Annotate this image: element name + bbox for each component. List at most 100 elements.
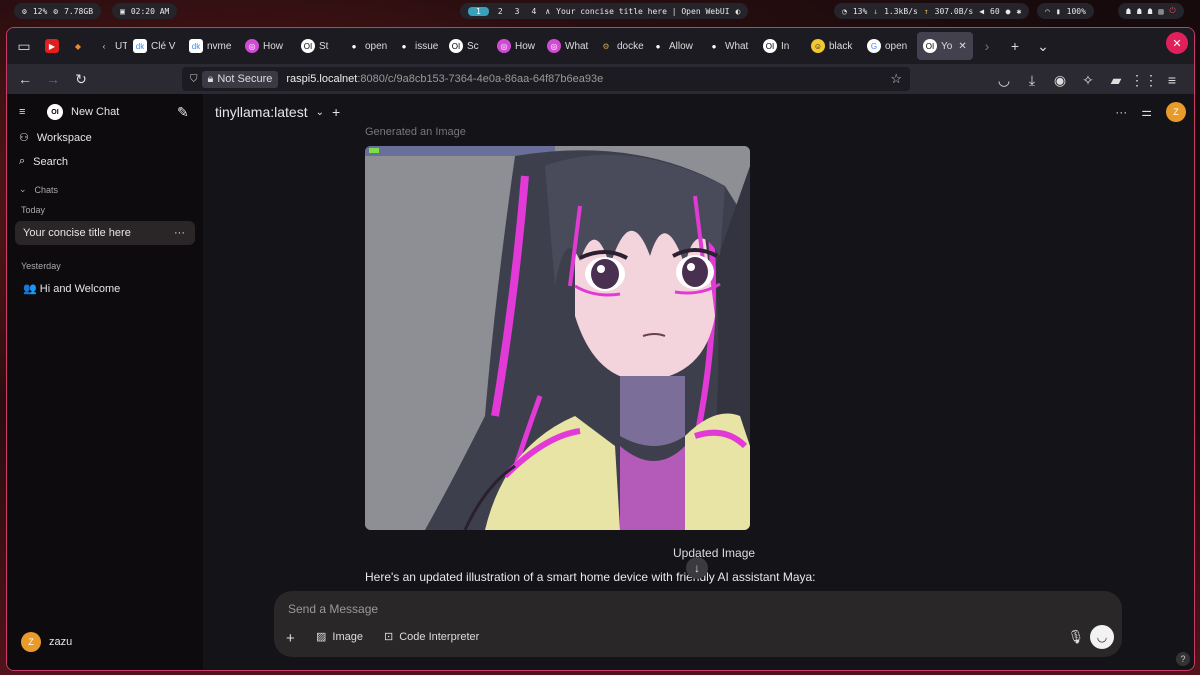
tab-label: open — [365, 40, 388, 52]
tab-11[interactable]: ● Allow — [645, 32, 701, 60]
volume-icon[interactable]: ◀ — [979, 7, 984, 16]
more-icon[interactable]: ··· — [1115, 105, 1127, 119]
tab-14[interactable]: ☺ black — [805, 32, 861, 60]
add-model-icon[interactable]: + — [332, 104, 340, 120]
sidebar-item-search[interactable]: ⌕ Search — [19, 155, 68, 168]
circle-icon: ◎ — [245, 39, 259, 53]
tab-bar: ▭ ▶ ◆ ‹UT dkClé V dknvme ◎How OISt ●open… — [7, 28, 1194, 64]
extensions-icon[interactable]: ✧ — [1074, 66, 1102, 94]
image-button[interactable]: ▨ Image — [316, 630, 363, 644]
chevron-down-icon: ⌄ — [315, 106, 324, 118]
close-tab-icon[interactable]: ✕ — [958, 41, 966, 52]
tab-8[interactable]: ◎ How — [491, 32, 541, 60]
tab-4[interactable]: OI St — [295, 32, 341, 60]
security-badge[interactable]: 🔒︎ Not Secure — [201, 70, 279, 88]
openwebui-icon: OI — [449, 39, 463, 53]
new-chat-button[interactable]: OI New Chat — [47, 104, 119, 120]
shield-icon[interactable]: ⛉ — [190, 74, 198, 85]
tab-active[interactable]: OI Yo ✕ — [917, 32, 973, 60]
github-icon: ● — [401, 41, 407, 51]
controls-icon[interactable]: ⚌ — [1141, 105, 1152, 119]
tab-youtube[interactable]: ▶ — [39, 32, 65, 60]
help-icon[interactable]: ? — [1176, 652, 1190, 666]
wifi-icon[interactable]: ◠ — [1045, 7, 1050, 16]
sidebar-toggle-icon[interactable]: ≡ — [19, 106, 25, 118]
voice-mode-icon[interactable]: ◡ — [1090, 625, 1114, 649]
upload-icon: ↑ — [923, 6, 929, 16]
dk-icon: dk — [189, 39, 203, 53]
dk-icon: dk — [133, 39, 147, 53]
avatar[interactable]: Z — [1166, 102, 1186, 122]
openwebui-icon: ◐ — [735, 6, 741, 16]
tab-label: How — [263, 40, 284, 52]
apps-grid-icon[interactable]: ⋮⋮ — [1130, 66, 1158, 94]
tab-3[interactable]: ◎ How — [239, 32, 295, 60]
tab-13[interactable]: OI In — [757, 32, 805, 60]
tab-overview-icon[interactable]: ▭ — [9, 32, 39, 60]
tab-9[interactable]: ◎ What — [541, 32, 593, 60]
tray-icon-3[interactable]: ☗ — [1148, 7, 1153, 16]
tray-icon-2[interactable]: ☗ — [1137, 7, 1142, 16]
close-window-icon[interactable]: ✕ — [1166, 32, 1188, 54]
tab-15[interactable]: Gopen — [861, 32, 917, 60]
reload-icon[interactable]: ↻ — [67, 65, 95, 93]
memory-icon: ⚙ — [53, 6, 59, 16]
active-window-title: Your concise title here | Open WebUI — [556, 6, 730, 16]
menu-icon[interactable]: ≡ — [1158, 66, 1186, 94]
tab-10[interactable]: ⚙ docke — [593, 32, 645, 60]
chat-item-today[interactable]: Your concise title here ··· — [15, 221, 195, 245]
compose-icon[interactable]: ✎ — [177, 104, 189, 121]
tab-0[interactable]: ‹ UT — [91, 32, 127, 60]
tab-list-icon[interactable]: ⌄ — [1029, 32, 1057, 60]
message-composer: Send a Message + ▨ Image ⊡ Code Interprete… — [274, 591, 1122, 657]
pocket-icon[interactable]: ◡ — [990, 66, 1018, 94]
workspace-1[interactable]: 1 — [468, 6, 489, 16]
tray-icon-1[interactable]: ☗ — [1126, 7, 1131, 16]
tab-5[interactable]: ● open — [341, 32, 391, 60]
message-input[interactable]: Send a Message — [288, 602, 378, 616]
microphone-icon[interactable]: 🎙︎ — [1067, 629, 1084, 645]
tab-fox[interactable]: ◆ — [65, 32, 91, 60]
generated-image[interactable] — [365, 146, 750, 530]
sidebar-item-workspace[interactable]: ⚇ Workspace — [19, 131, 92, 145]
workspace-2[interactable]: 2 — [495, 7, 506, 16]
forward-icon[interactable]: → — [39, 65, 67, 93]
bookmark-star-icon[interactable]: ☆ — [890, 71, 902, 87]
generated-image-label: Generated an Image — [365, 126, 466, 138]
bluetooth-icon: ✱ — [1016, 6, 1022, 16]
load-icon: ◔ — [842, 6, 847, 16]
back-icon[interactable]: ← — [11, 65, 39, 93]
scroll-tabs-right-icon[interactable]: › — [973, 32, 1001, 60]
volume-value: 60 — [990, 6, 1000, 16]
add-attachment-icon[interactable]: + — [286, 630, 295, 647]
clock-value: 02:20 AM — [130, 6, 170, 16]
workspace-4[interactable]: 4 — [528, 7, 539, 16]
account-icon[interactable]: ◉ — [1046, 66, 1074, 94]
calendar-icon: ▣ — [120, 6, 125, 16]
tab-label: Yo — [941, 40, 953, 52]
scroll-down-icon[interactable]: ↓ — [686, 557, 708, 579]
chevron-left-icon: ‹ — [102, 41, 106, 51]
extension-icon[interactable]: ▰ — [1102, 66, 1130, 94]
tray-icon-4[interactable]: ▤ — [1158, 7, 1163, 16]
more-options-icon[interactable]: ··· — [174, 227, 185, 239]
chats-section-toggle[interactable]: ⌄ Chats — [19, 184, 58, 195]
tab-7[interactable]: OI Sc — [443, 32, 491, 60]
user-menu[interactable]: Z zazu — [21, 632, 72, 652]
tab-label: docke — [617, 40, 644, 52]
tab-2[interactable]: dk nvme — [183, 32, 239, 60]
chat-item-yesterday[interactable]: 👥 Hi and Welcome — [23, 282, 120, 295]
power-icon[interactable]: ⏻ — [1169, 6, 1175, 16]
workspace-bar: 1 2 3 4 ∧ Your concise title here | Open… — [460, 3, 749, 19]
url-bar[interactable]: ⛉ 🔒︎ Not Secure raspi5.localnet:8080/c/9a… — [182, 67, 910, 91]
code-interpreter-button[interactable]: ⊡ Code Interpreter — [384, 630, 479, 644]
model-selector[interactable]: tinyllama:latest ⌄ + — [215, 104, 340, 120]
download-icon[interactable]: ⤓ — [1018, 66, 1046, 94]
github-icon: ● — [351, 41, 357, 51]
tab-6[interactable]: ● issue — [391, 32, 443, 60]
tab-12[interactable]: ● What — [701, 32, 757, 60]
workspace-3[interactable]: 3 — [512, 7, 523, 16]
tab-label: St — [319, 40, 329, 52]
new-tab-icon[interactable]: + — [1001, 32, 1029, 60]
tab-1[interactable]: dk Clé V — [127, 32, 183, 60]
